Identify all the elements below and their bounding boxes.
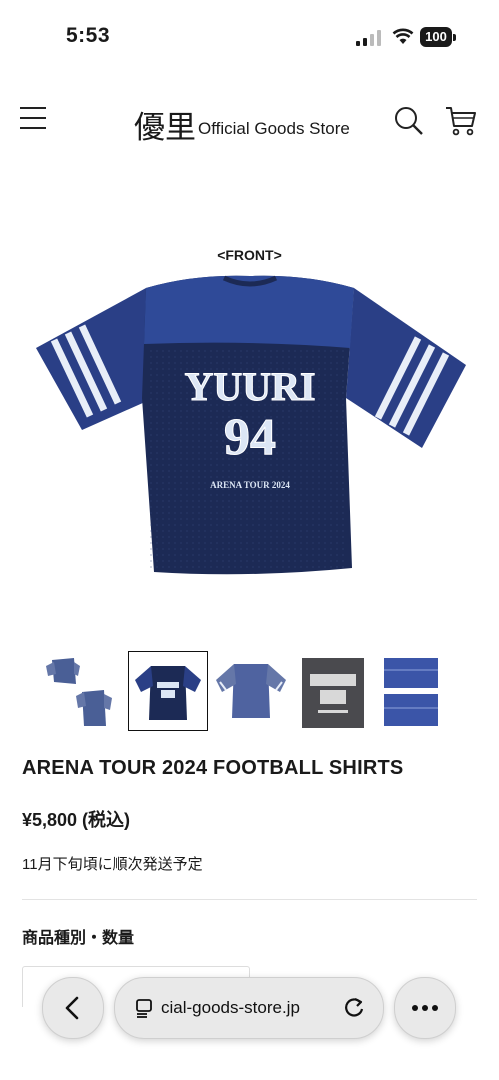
search-icon[interactable] <box>394 106 424 136</box>
thumbnail-2[interactable] <box>128 651 208 731</box>
thumbnail-1[interactable] <box>44 652 122 730</box>
menu-icon[interactable] <box>20 107 46 131</box>
jersey-text-small: ARENA TOUR 2024 <box>210 480 290 490</box>
product-price: ¥5,800 (税込) <box>22 810 131 830</box>
cellular-signal-icon <box>356 30 381 46</box>
jersey-number: 94 <box>224 409 276 466</box>
thumbnail-5[interactable] <box>376 652 454 730</box>
brand-kanji: 優里 <box>134 110 196 146</box>
thumbnail-4[interactable] <box>294 652 372 730</box>
battery-level: 100 <box>420 27 452 47</box>
image-caption: <FRONT> <box>217 247 282 263</box>
product-title: ARENA TOUR 2024 FOOTBALL SHIRTS <box>22 757 404 779</box>
options-label: 商品種別・数量 <box>22 930 135 947</box>
thumbnail-3[interactable] <box>212 652 290 730</box>
battery-icon: 100 <box>420 27 456 47</box>
store-logo[interactable]: 優里 Official Goods Store <box>134 102 350 147</box>
status-bar: 5:53 100 <box>0 0 499 72</box>
chevron-left-icon <box>65 996 79 1020</box>
store-header: 優里 Official Goods Store <box>0 80 499 160</box>
reload-icon[interactable] <box>343 996 365 1018</box>
jersey-illustration: YUURI 94 ARENA TOUR 2024 <box>36 275 466 575</box>
back-button[interactable] <box>42 977 104 1039</box>
more-dots-icon <box>412 1005 438 1011</box>
thumbnail-strip <box>0 651 499 732</box>
more-button[interactable] <box>394 977 456 1039</box>
product-main-image[interactable]: <FRONT> YUURI 94 ARENA TOUR 2024 <box>0 235 499 615</box>
address-bar[interactable]: cial-goods-store.jp <box>114 977 384 1039</box>
brand-subtitle: Official Goods Store <box>198 118 350 138</box>
browser-toolbar: cial-goods-store.jp <box>0 968 499 1048</box>
url-text: cial-goods-store.jp <box>161 998 300 1017</box>
jersey-text-main: YUURI <box>184 364 315 409</box>
shipping-note: 11月下旬頃に順次発送予定 <box>22 856 203 873</box>
wifi-icon <box>392 28 414 44</box>
reader-tabs-icon <box>136 999 152 1018</box>
cart-icon[interactable] <box>444 104 478 138</box>
divider <box>22 899 477 900</box>
status-time: 5:53 <box>66 24 111 47</box>
